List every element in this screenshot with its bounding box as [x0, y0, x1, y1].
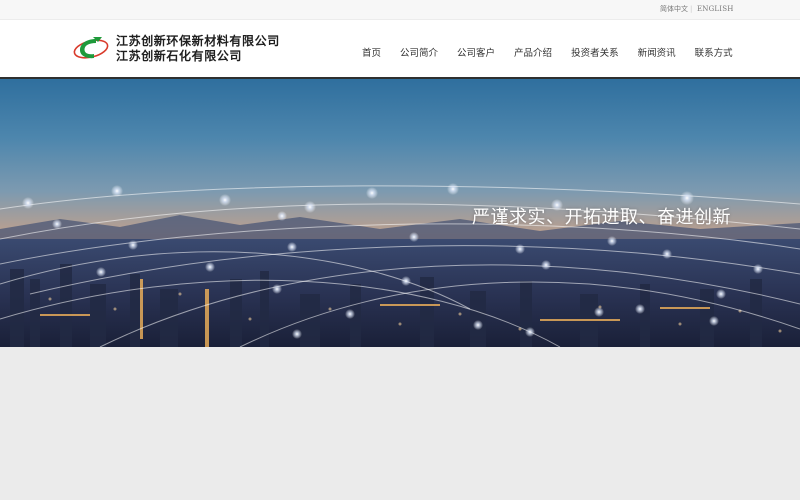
- company-logo-icon[interactable]: [72, 34, 112, 64]
- nav-item-news[interactable]: 新闻资讯: [638, 47, 676, 61]
- company-name-line1: 江苏创新环保新材料有限公司: [116, 34, 280, 48]
- lang-zh-link[interactable]: 简体中文: [660, 4, 688, 14]
- nav-item-clients[interactable]: 公司客户: [457, 47, 495, 61]
- nav-item-contact[interactable]: 联系方式: [695, 47, 733, 61]
- top-bar: 简体中文 | ENGLISH: [0, 0, 800, 20]
- hero-slogan: 严谨求实、开拓进取、奋进创新: [472, 207, 731, 228]
- lang-en-link[interactable]: ENGLISH: [697, 4, 734, 14]
- nav-item-about[interactable]: 公司简介: [400, 47, 438, 61]
- nav-item-products[interactable]: 产品介绍: [514, 47, 552, 61]
- lang-separator: |: [690, 5, 693, 13]
- nav-item-investors[interactable]: 投资者关系: [571, 47, 619, 61]
- site-header: 江苏创新环保新材料有限公司 江苏创新石化有限公司 首页 公司简介 公司客户 产品…: [0, 20, 800, 79]
- hero-banner: 严谨求实、开拓进取、奋进创新: [0, 79, 800, 347]
- company-name-line2: 江苏创新石化有限公司: [116, 49, 243, 63]
- main-nav: 首页 公司简介 公司客户 产品介绍 投资者关系 新闻资讯 联系方式: [362, 47, 733, 61]
- nav-item-home[interactable]: 首页: [362, 47, 381, 61]
